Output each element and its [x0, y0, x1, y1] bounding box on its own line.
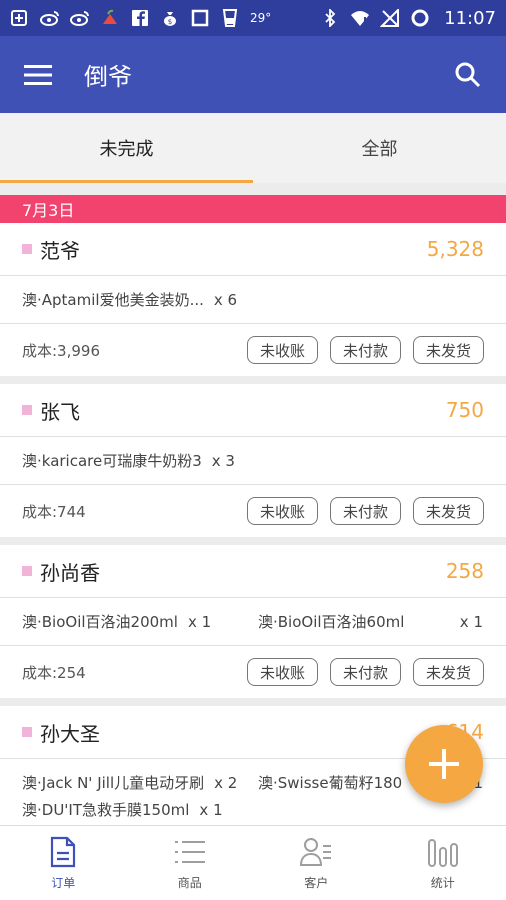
order-footer: 成本:3,996 未收账 未付款 未发货	[0, 324, 506, 376]
item-quantity: x 1	[199, 800, 223, 819]
system-icons: 11:07	[320, 8, 496, 29]
order-items: 澳·BioOil百洛油200ml x 1 澳·BioOil百洛油60ml x 1	[0, 598, 506, 646]
item-quantity: x 1	[187, 612, 212, 631]
unpaid-status-button[interactable]: 未付款	[329, 336, 401, 364]
unbilled-status-button[interactable]: 未收账	[246, 658, 318, 686]
no-signal-icon	[380, 9, 400, 27]
nav-label: 客户	[304, 875, 329, 890]
clock: 11:07	[444, 7, 496, 29]
item-quantity: x 2	[214, 773, 238, 792]
wifi-icon	[350, 9, 370, 27]
item-name: 澳·Aptamil爱他美金装奶...	[22, 291, 204, 309]
marker-icon	[22, 244, 32, 254]
list-icon	[174, 836, 206, 868]
app-bar: 倒爷	[0, 36, 506, 113]
order-card[interactable]: 张飞 750 澳·karicare可瑞康牛奶粉3 x 3 成本:744 未收账 …	[0, 384, 506, 537]
marker-icon	[22, 566, 32, 576]
order-item: 澳·Aptamil爱他美金装奶... x 6	[22, 289, 258, 310]
customer-name: 孙大圣	[40, 721, 100, 746]
unbilled-status-button[interactable]: 未收账	[246, 336, 318, 364]
search-icon	[455, 62, 481, 87]
svg-text:$: $	[168, 18, 172, 26]
nav-statistics[interactable]: 统计	[380, 826, 506, 900]
order-item: 澳·karicare可瑞康牛奶粉3 x 3	[22, 450, 258, 471]
order-tabs: 未完成 全部	[0, 113, 506, 183]
unshipped-status-button[interactable]: 未发货	[412, 336, 484, 364]
item-name: 澳·Jack N' Jill儿童电动牙刷	[22, 774, 205, 792]
order-footer: 成本:744 未收账 未付款 未发货	[0, 485, 506, 537]
item-quantity: x 1	[459, 612, 483, 631]
search-button[interactable]	[452, 59, 484, 91]
status-bar: $ 29° 11:07	[0, 0, 506, 36]
order-amount: 258	[445, 559, 484, 583]
hamburger-menu-icon	[24, 64, 52, 85]
order-amount: 5,328	[426, 237, 484, 261]
order-card[interactable]: 孙尚香 258 澳·BioOil百洛油200ml x 1 澳·BioOil百洛油…	[0, 545, 506, 698]
item-quantity: x 6	[213, 290, 238, 309]
order-items: 澳·Aptamil爱他美金装奶... x 6	[0, 276, 506, 324]
app-title: 倒爷	[84, 63, 132, 91]
contacts-icon	[300, 836, 332, 868]
order-header: 张飞 750	[0, 384, 506, 437]
marker-icon	[22, 727, 32, 737]
order-cost: 成本:254	[22, 663, 86, 682]
fruit-icon	[100, 9, 120, 27]
order-cost: 成本:3,996	[22, 341, 100, 360]
square-icon	[190, 9, 210, 27]
item-name: 澳·Swisse葡萄籽180	[258, 774, 403, 792]
unshipped-status-button[interactable]: 未发货	[412, 658, 484, 686]
glass-icon	[220, 9, 240, 27]
nav-label: 订单	[51, 875, 76, 890]
nav-label: 商品	[177, 875, 202, 890]
order-cost: 成本:744	[22, 502, 86, 521]
bottom-navigation: 订单 商品 客户 统计	[0, 825, 506, 900]
order-footer: 成本:254 未收账 未付款 未发货	[0, 646, 506, 698]
order-item: 澳·Jack N' Jill儿童电动牙刷 x 2	[22, 772, 258, 793]
item-name: 澳·karicare可瑞康牛奶粉3	[22, 452, 202, 470]
unpaid-status-button[interactable]: 未付款	[329, 497, 401, 525]
item-name: 澳·BioOil百洛油200ml	[22, 613, 178, 631]
order-amount: 750	[445, 398, 484, 422]
marker-icon	[22, 405, 32, 415]
order-item: 澳·DU'IT急救手膜150ml x 1	[22, 799, 258, 820]
date-header: 7月3日	[0, 195, 506, 223]
notification-icons: $ 29°	[10, 9, 320, 27]
money-bag-icon: $	[160, 9, 180, 27]
temperature: 29°	[250, 11, 272, 25]
add-box-icon	[10, 9, 30, 27]
order-items: 澳·karicare可瑞康牛奶粉3 x 3	[0, 437, 506, 485]
tab-all[interactable]: 全部	[253, 113, 506, 183]
battery-icon	[410, 9, 430, 27]
order-header: 孙尚香 258	[0, 545, 506, 598]
plus-icon	[429, 749, 459, 779]
unpaid-status-button[interactable]: 未付款	[329, 658, 401, 686]
menu-button[interactable]	[22, 59, 54, 91]
nav-customers[interactable]: 客户	[253, 826, 380, 900]
order-card[interactable]: 范爷 5,328 澳·Aptamil爱他美金装奶... x 6 成本:3,996…	[0, 223, 506, 376]
item-quantity: x 3	[211, 451, 235, 470]
customer-name: 孙尚香	[40, 560, 100, 585]
bluetooth-icon	[320, 9, 340, 27]
weibo-icon	[40, 9, 60, 27]
item-name: 澳·BioOil百洛油60ml	[258, 613, 405, 631]
order-header: 范爷 5,328	[0, 223, 506, 276]
weibo-icon	[70, 9, 90, 27]
order-item: 澳·BioOil百洛油200ml x 1	[22, 611, 258, 632]
unshipped-status-button[interactable]: 未发货	[412, 497, 484, 525]
unbilled-status-button[interactable]: 未收账	[246, 497, 318, 525]
item-name: 澳·DU'IT急救手膜150ml	[22, 801, 190, 819]
bar-chart-icon	[427, 836, 459, 868]
customer-name: 张飞	[40, 399, 80, 424]
nav-orders[interactable]: 订单	[0, 826, 127, 900]
nav-label: 统计	[430, 875, 455, 890]
add-order-button[interactable]	[405, 725, 483, 803]
order-item: 澳·BioOil百洛油60ml x 1	[258, 611, 483, 632]
customer-name: 范爷	[40, 238, 80, 263]
facebook-icon	[130, 9, 150, 27]
tab-incomplete[interactable]: 未完成	[0, 113, 253, 183]
document-icon	[47, 836, 79, 868]
nav-products[interactable]: 商品	[127, 826, 254, 900]
